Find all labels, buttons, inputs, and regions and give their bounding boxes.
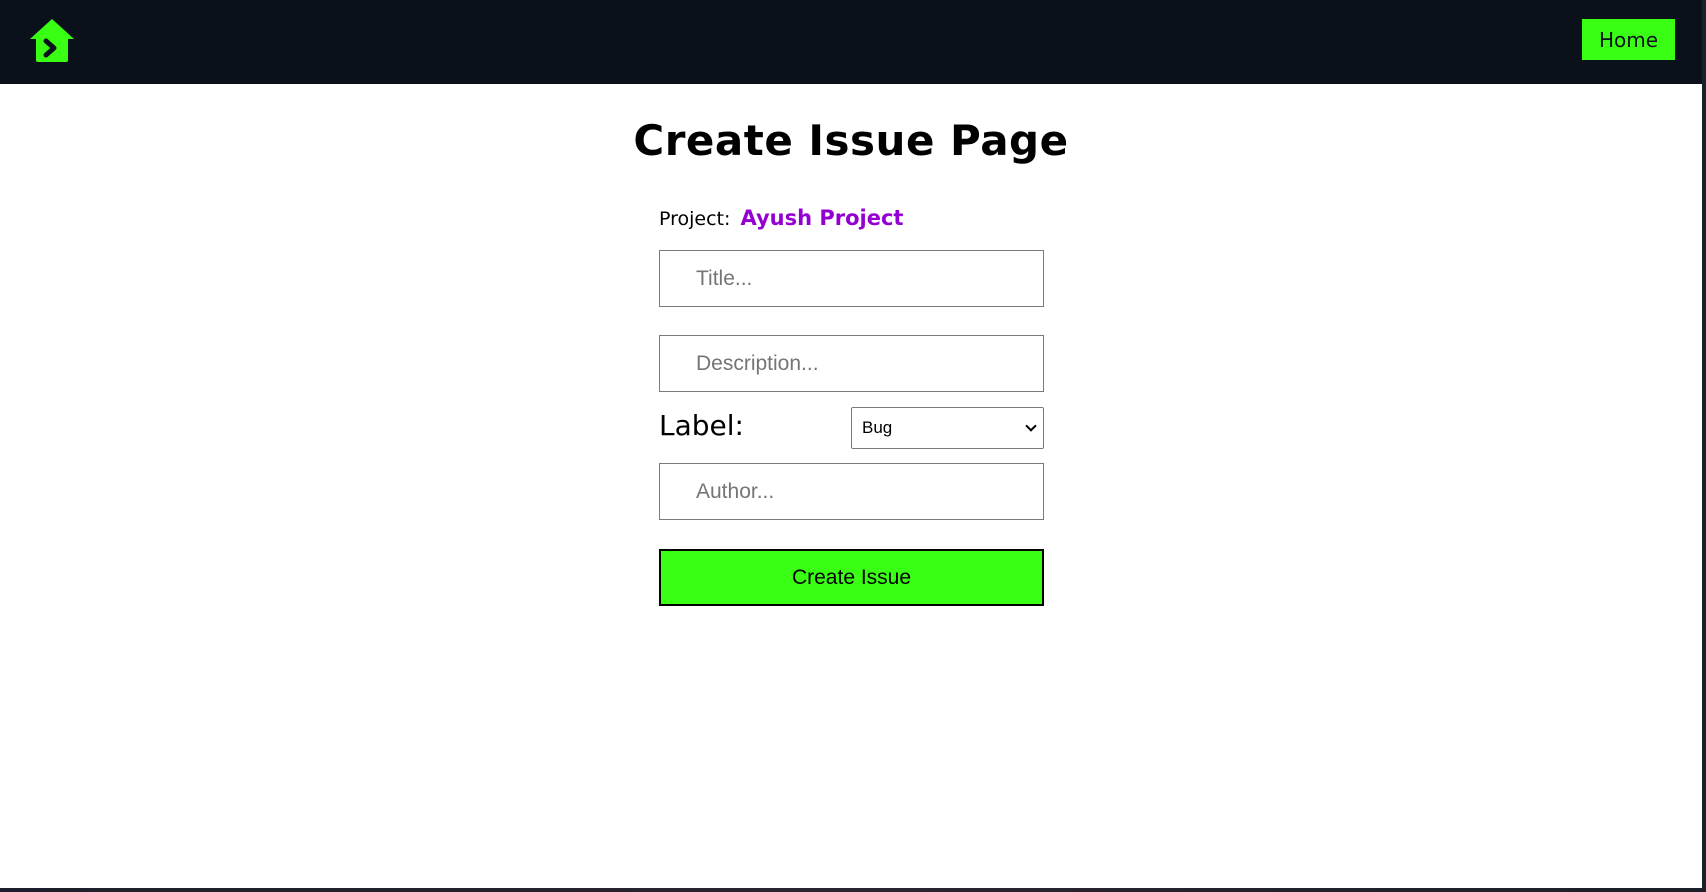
page: Home Create Issue Page Project: Ayush Pr… xyxy=(0,0,1702,888)
home-logo-icon[interactable] xyxy=(27,17,77,63)
label-heading: Label: xyxy=(659,409,744,442)
browser-viewport: Home Create Issue Page Project: Ayush Pr… xyxy=(0,0,1706,892)
label-select[interactable]: Bug xyxy=(851,407,1044,449)
chevron-down-icon xyxy=(1025,420,1037,432)
page-title: Create Issue Page xyxy=(633,116,1069,165)
title-input[interactable] xyxy=(659,250,1044,307)
label-select-value: Bug xyxy=(862,418,893,437)
author-input[interactable] xyxy=(659,463,1044,520)
home-button[interactable]: Home xyxy=(1582,19,1675,60)
project-prefix: Project: xyxy=(659,208,731,230)
project-name: Ayush Project xyxy=(740,206,904,230)
navbar: Home xyxy=(0,0,1702,84)
create-issue-button[interactable]: Create Issue xyxy=(659,549,1044,606)
project-line: Project: Ayush Project xyxy=(659,206,903,230)
description-input[interactable] xyxy=(659,335,1044,392)
